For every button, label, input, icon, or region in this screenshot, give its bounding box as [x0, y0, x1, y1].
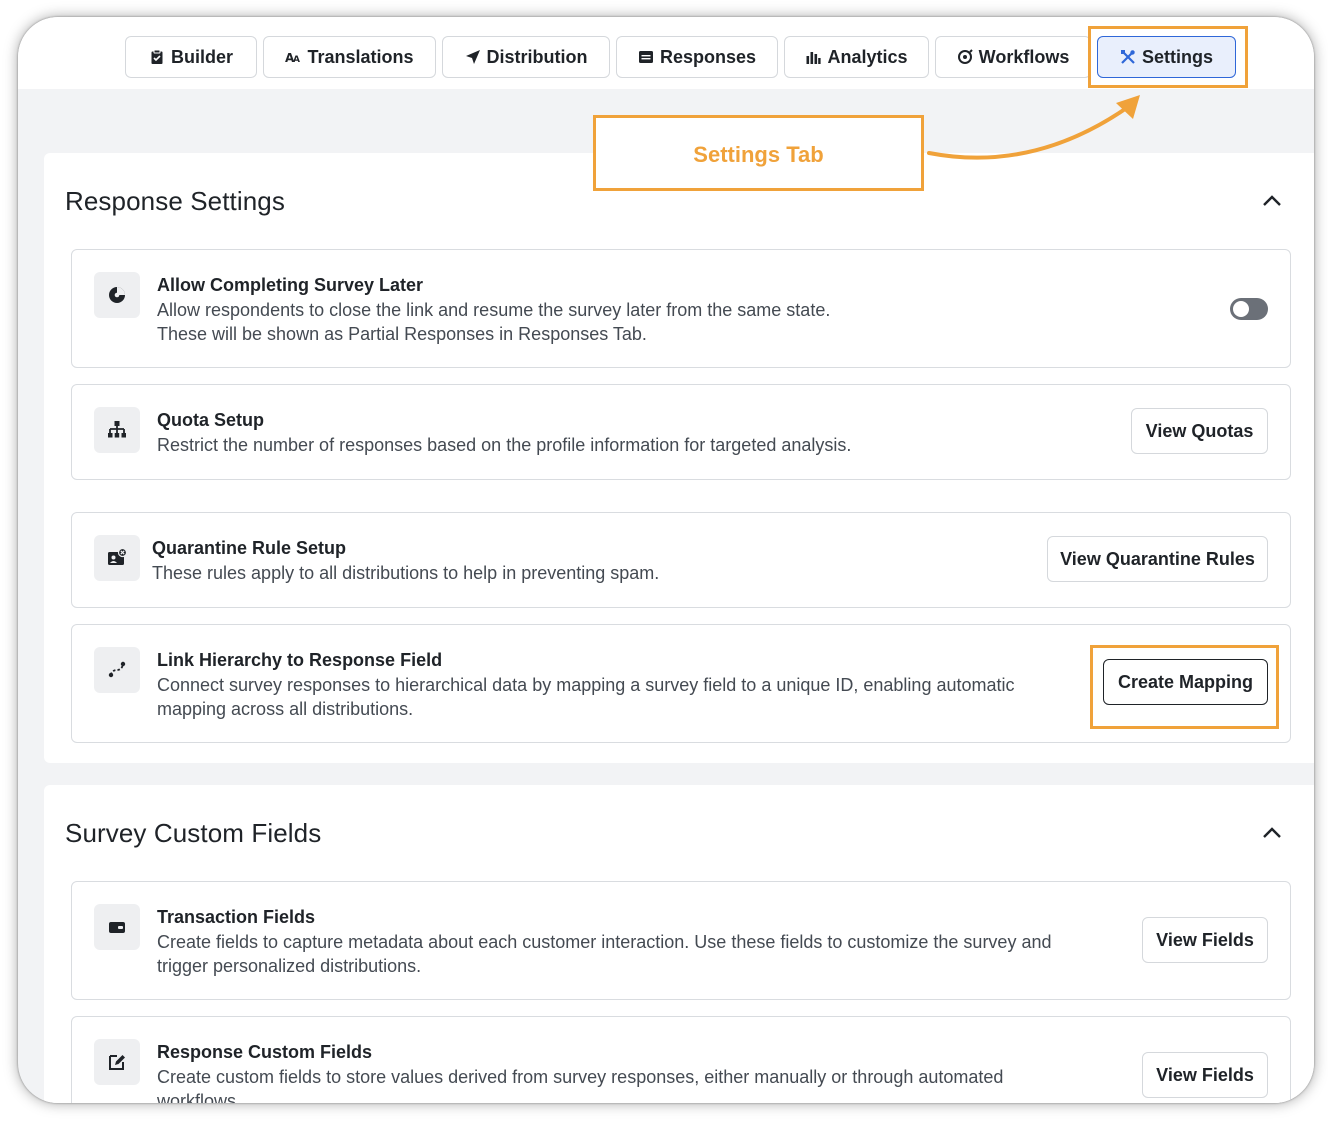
card-icon-box	[94, 407, 140, 453]
card-description: Allow respondents to close the link and …	[157, 300, 831, 320]
view-fields-button[interactable]: View Fields	[1142, 1052, 1268, 1098]
card-description: Create custom fields to store values der…	[157, 1067, 1004, 1087]
card-icon-box	[94, 904, 140, 950]
quarantine-card-icon	[108, 547, 128, 565]
card-response-custom-fields: Response Custom Fields Create custom fie…	[71, 1016, 1291, 1103]
pie-clock-icon	[109, 287, 125, 303]
card-description: These rules apply to all distributions t…	[152, 563, 660, 583]
card-icon-box	[94, 647, 140, 693]
tab-list: Builder AA Translations Distribution Res…	[125, 36, 1242, 78]
tab-builder[interactable]: Builder	[125, 36, 257, 78]
section-title: Survey Custom Fields	[65, 818, 322, 848]
card-title: Response Custom Fields	[157, 1042, 373, 1062]
tab-workflows[interactable]: Workflows	[935, 36, 1091, 78]
tab-label: Distribution	[486, 46, 588, 67]
view-quarantine-rules-button[interactable]: View Quarantine Rules	[1047, 536, 1268, 582]
callout-arrow-icon	[927, 95, 1140, 160]
toggle-knob	[1233, 301, 1249, 317]
card-title: Transaction Fields	[157, 907, 316, 927]
hierarchy-icon	[108, 421, 126, 438]
settings-tab-highlight	[1088, 26, 1248, 88]
card-description: Restrict the number of responses based o…	[157, 435, 852, 455]
app-window: Builder AA Translations Distribution Res…	[18, 17, 1314, 1103]
allow-later-toggle[interactable]	[1230, 298, 1268, 320]
tab-distribution[interactable]: Distribution	[442, 36, 610, 78]
link-path-icon	[108, 661, 126, 678]
tab-label: Responses	[659, 46, 757, 67]
tab-label: Workflows	[978, 46, 1070, 67]
send-icon	[465, 50, 480, 64]
card-description-line2: mapping across all distributions.	[157, 699, 414, 719]
card-quarantine-rule-setup: Quarantine Rule Setup These rules apply …	[71, 512, 1291, 608]
bar-chart-icon	[806, 52, 822, 64]
card-icon-box	[94, 272, 140, 318]
create-mapping-highlight	[1090, 645, 1279, 729]
chevron-up-icon[interactable]	[1260, 189, 1284, 213]
view-quotas-button[interactable]: View Quotas	[1131, 408, 1268, 454]
translate-icon: AA	[285, 51, 300, 65]
list-icon	[638, 51, 653, 63]
view-fields-button[interactable]: View Fields	[1142, 917, 1268, 963]
tab-analytics[interactable]: Analytics	[784, 36, 929, 78]
svg-text:A: A	[293, 55, 300, 65]
workflow-icon	[957, 49, 973, 64]
card-title: Link Hierarchy to Response Field	[157, 650, 443, 670]
card-description-line2: workflows.	[157, 1091, 242, 1103]
card-icon-box	[94, 535, 140, 581]
card-description: Connect survey responses to hierarchical…	[157, 675, 1015, 695]
card-title: Quota Setup	[157, 410, 264, 430]
settings-tab-callout: Settings Tab	[593, 115, 924, 191]
edit-icon	[109, 1055, 125, 1070]
tab-label: Analytics	[827, 46, 908, 67]
tab-responses[interactable]: Responses	[616, 36, 778, 78]
card-title: Allow Completing Survey Later	[157, 275, 424, 295]
card-description: Create fields to capture metadata about …	[157, 932, 1052, 952]
tab-translations[interactable]: AA Translations	[263, 36, 436, 78]
card-title: Quarantine Rule Setup	[152, 538, 347, 558]
card-description-line2: These will be shown as Partial Responses…	[157, 324, 647, 344]
chevron-up-icon[interactable]	[1260, 821, 1284, 845]
callout-label: Settings Tab	[693, 142, 824, 167]
tab-label: Translations	[307, 46, 414, 67]
card-quota-setup: Quota Setup Restrict the number of respo…	[71, 384, 1291, 480]
card-description-line2: trigger personalized distributions.	[157, 956, 422, 976]
card-transaction-fields: Transaction Fields Create fields to capt…	[71, 881, 1291, 1000]
survey-custom-fields-section: Survey Custom Fields Transaction Fields …	[44, 785, 1314, 1103]
card-allow-completing-later: Allow Completing Survey Later Allow resp…	[71, 249, 1291, 368]
card-icon-box	[94, 1039, 140, 1085]
section-title: Response Settings	[65, 186, 285, 216]
tab-label: Builder	[170, 46, 233, 67]
wallet-icon	[109, 922, 125, 933]
clipboard-icon	[151, 49, 163, 64]
